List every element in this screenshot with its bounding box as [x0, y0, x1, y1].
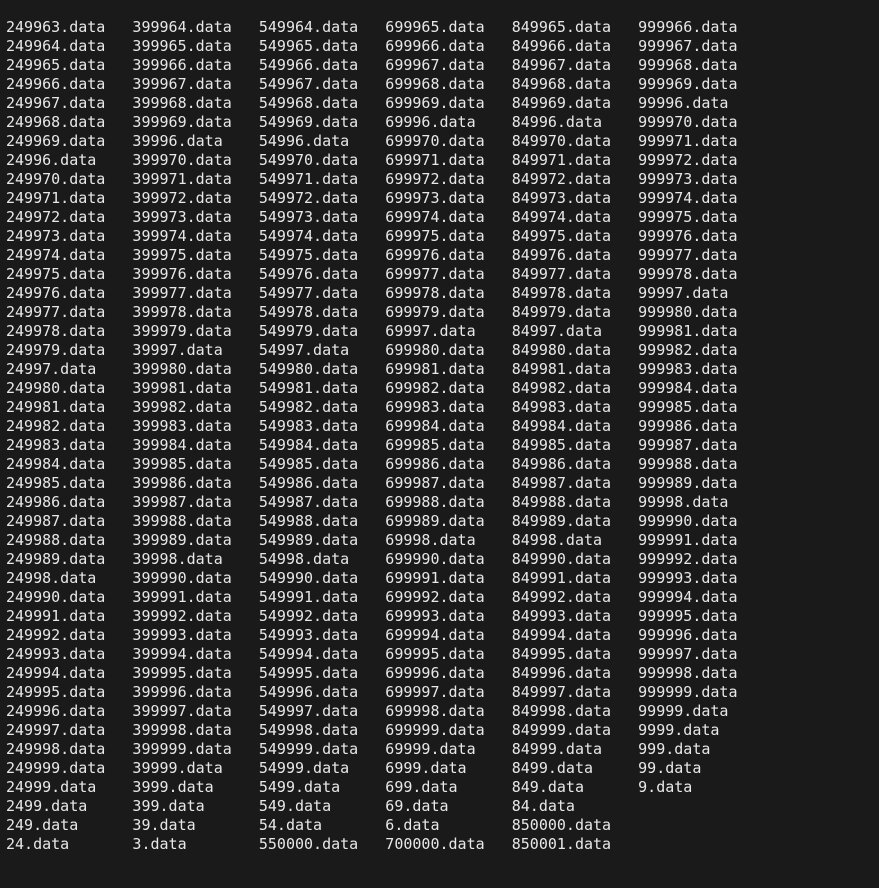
terminal-output[interactable]: 249963.data 399964.data 549964.data 6999…	[0, 15, 879, 854]
